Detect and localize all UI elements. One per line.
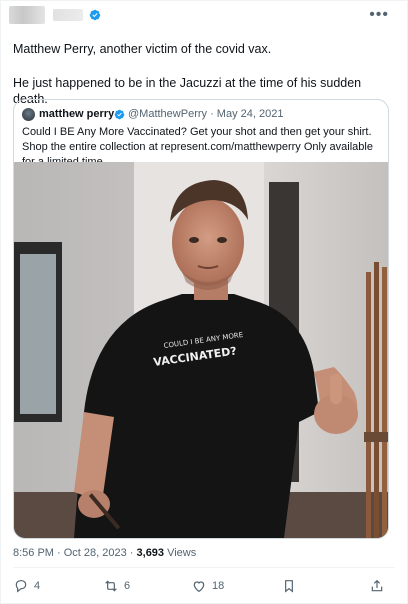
share-button[interactable]: [369, 575, 385, 597]
repost-icon: [105, 580, 117, 592]
action-bar: 4 6 18: [13, 575, 393, 597]
quoted-photo[interactable]: COULD I BE ANY MORE VACCINATED?: [14, 162, 388, 538]
quoted-avatar[interactable]: [22, 108, 35, 121]
quoted-tweet-header: matthew perry @MatthewPerry · May 24, 20…: [22, 108, 382, 122]
like-button[interactable]: 18: [191, 575, 224, 597]
divider: [13, 567, 395, 568]
more-options-icon[interactable]: •••: [369, 6, 389, 24]
quoted-handle-date[interactable]: @MatthewPerry · May 24, 2021: [128, 108, 283, 120]
views-label: Views: [164, 547, 197, 559]
verified-badge-icon: [89, 9, 101, 21]
reply-button[interactable]: 4: [13, 575, 40, 597]
quoted-author-name[interactable]: matthew perry: [39, 108, 114, 120]
bookmark-icon: [285, 580, 293, 593]
tweet-text-line-1: Matthew Perry, another victim of the cov…: [13, 42, 272, 56]
quoted-tweet[interactable]: matthew perry @MatthewPerry · May 24, 20…: [13, 99, 389, 539]
tweet-card: ••• Matthew Perry, another victim of the…: [0, 0, 408, 604]
blurred-avatar[interactable]: [9, 6, 45, 24]
like-count: 18: [212, 580, 225, 592]
reply-count: 4: [34, 580, 41, 592]
tweet-meta: 8:56 PM · Oct 28, 2023 · 3,693 Views: [13, 547, 196, 559]
reply-icon: [15, 580, 27, 593]
blurred-username[interactable]: [53, 9, 83, 21]
bookmark-button[interactable]: [281, 575, 297, 597]
heart-icon: [193, 581, 205, 593]
repost-button[interactable]: 6: [103, 575, 130, 597]
view-count: 3,693: [136, 547, 165, 559]
tweet-timestamp[interactable]: 8:56 PM · Oct 28, 2023 ·: [13, 547, 137, 559]
quoted-verified-badge-icon: [114, 109, 125, 120]
photo-illustration: COULD I BE ANY MORE VACCINATED?: [14, 162, 388, 538]
share-icon: [371, 579, 383, 592]
repost-count: 6: [124, 580, 131, 592]
tweet-header: •••: [9, 4, 401, 26]
